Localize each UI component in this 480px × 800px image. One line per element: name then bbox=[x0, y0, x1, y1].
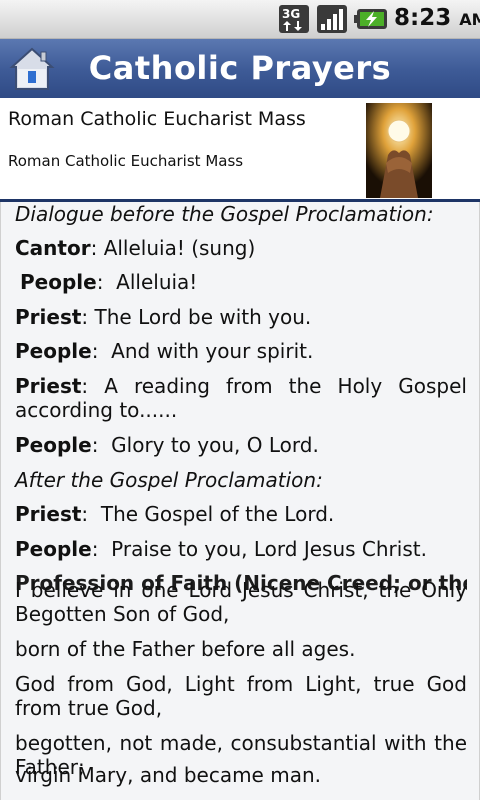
svg-text:3G: 3G bbox=[282, 7, 300, 21]
section-heading: After the Gospel Proclamation: bbox=[15, 468, 323, 492]
creed-line: I believe in one Lord Jesus Christ, the … bbox=[15, 578, 467, 626]
creed-line: God from God, Light from Light, true God… bbox=[15, 672, 467, 720]
prayer-title: Roman Catholic Eucharist Mass bbox=[8, 108, 306, 130]
app-title: Catholic Prayers bbox=[88, 49, 392, 87]
prayer-line: People: And with your spirit. bbox=[15, 339, 314, 363]
prayer-subtitle: Roman Catholic Eucharist Mass bbox=[8, 152, 244, 170]
eucharist-host-image bbox=[366, 103, 432, 198]
clock: 8:23 AM bbox=[394, 5, 480, 31]
prayer-line: People: Alleluia! bbox=[20, 270, 198, 294]
prayer-line: Cantor: Alleluia! (sung) bbox=[15, 236, 256, 260]
prayer-line: Priest: A reading from the Holy Gospel a… bbox=[15, 374, 467, 422]
app-title-bar: Catholic Prayers bbox=[0, 39, 480, 98]
prayer-text: Dialogue before the Gospel Proclamation:… bbox=[0, 202, 480, 800]
signal-strength-icon bbox=[317, 5, 347, 33]
prayer-line: People: Glory to you, O Lord. bbox=[15, 433, 319, 457]
prayer-line: Priest: The Lord be with you. bbox=[15, 305, 312, 329]
section-heading: Dialogue before the Gospel Proclamation: bbox=[15, 202, 434, 226]
prayer-header: Roman Catholic Eucharist Mass Roman Cath… bbox=[0, 98, 480, 200]
prayer-line: Priest: The Gospel of the Lord. bbox=[15, 502, 335, 526]
battery-charging-icon bbox=[354, 9, 387, 29]
3g-data-icon: 3G bbox=[279, 5, 309, 33]
prayer-line: People: Praise to you, Lord Jesus Christ… bbox=[15, 537, 427, 561]
creed-line: born of the Father before all ages. bbox=[15, 637, 356, 661]
creed-line: virgin Mary, and became man. bbox=[15, 763, 321, 787]
status-bar: 3G 8:23 AM bbox=[0, 0, 480, 39]
